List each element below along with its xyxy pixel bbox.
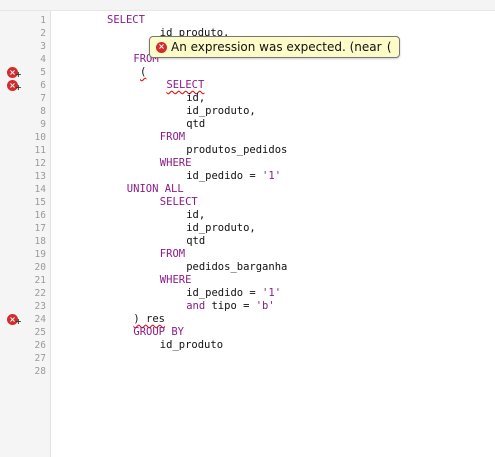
code-line[interactable]: id_produto	[160, 339, 223, 352]
code-line[interactable]: FROM	[160, 131, 185, 144]
line-number: 22	[34, 288, 46, 299]
code-line[interactable]: SELECT	[160, 196, 198, 209]
code-line[interactable]: UNION ALL	[127, 183, 184, 196]
code-token: (	[140, 66, 147, 78]
code-token: id_produto,	[186, 222, 256, 234]
code-token: '1'	[262, 170, 282, 182]
expand-plus-icon: +	[15, 83, 22, 92]
code-token: GROUP BY	[133, 326, 184, 338]
line-number: 16	[34, 210, 46, 221]
code-token: SELECT	[107, 14, 145, 26]
line-number: 23	[34, 301, 46, 312]
code-token: FROM	[159, 131, 186, 143]
code-token: '1'	[262, 287, 282, 299]
code-token: id,	[186, 92, 206, 104]
line-number: 12	[34, 158, 46, 169]
error-icon: ×	[156, 41, 167, 53]
code-line[interactable]: FROM	[160, 248, 185, 261]
code-line[interactable]: id_pedido = '1'	[186, 170, 281, 183]
line-number: 11	[34, 145, 46, 156]
code-line[interactable]: id,	[186, 209, 205, 222]
line-number: 4	[40, 54, 46, 65]
code-line[interactable]: SELECT	[107, 14, 145, 27]
line-number: 21	[34, 275, 46, 286]
code-line[interactable]: qtd	[186, 118, 205, 131]
code-line[interactable]: id_produto,	[186, 105, 256, 118]
code-line[interactable]: WHERE	[160, 274, 192, 287]
line-number: 25	[34, 327, 46, 338]
code-token: id_produto	[159, 339, 224, 351]
code-line[interactable]: (	[140, 66, 146, 79]
code-line[interactable]: pedidos_barganha	[186, 261, 287, 274]
line-number: 19	[34, 249, 46, 260]
code-token: UNION ALL	[126, 183, 184, 195]
line-number: 2	[40, 28, 46, 39]
line-number: 15	[34, 197, 46, 208]
line-number: 9	[40, 119, 46, 130]
line-number: 6	[40, 80, 46, 91]
code-token: id_pedido =	[186, 170, 263, 182]
code-line[interactable]: produtos_pedidos	[186, 144, 287, 157]
line-number: 5	[40, 67, 46, 78]
line-number: 17	[34, 223, 46, 234]
code-token: qtd	[186, 118, 206, 130]
code-token: FROM	[159, 248, 186, 260]
line-number: 26	[34, 340, 46, 351]
line-number: 27	[34, 353, 46, 364]
code-line[interactable]: id_produto,	[186, 222, 256, 235]
line-number: 28	[34, 366, 46, 377]
line-number: 1	[40, 15, 46, 26]
line-number: 3	[40, 41, 46, 52]
code-token: produtos_pedidos	[186, 144, 288, 156]
code-token: SELECT	[159, 196, 198, 208]
error-message: An expression was expected. (near (	[171, 40, 393, 54]
code-token: id_pedido =	[186, 287, 263, 299]
code-line[interactable]: SELECT	[166, 79, 204, 92]
code-line[interactable]: GROUP BY	[133, 326, 184, 339]
expand-plus-icon: +	[15, 70, 22, 79]
error-tooltip: × An expression was expected. (near (	[149, 36, 400, 58]
code-token: id,	[186, 209, 206, 221]
code-token: WHERE	[159, 157, 192, 169]
expand-plus-icon: +	[15, 317, 22, 326]
code-line[interactable]: id_pedido = '1'	[186, 287, 281, 300]
code-token: pedidos_barganha	[186, 261, 288, 273]
code-line[interactable]: ) res	[133, 313, 165, 326]
code-token: qtd	[186, 235, 206, 247]
code-token: id_produto,	[186, 105, 256, 117]
line-number: 10	[34, 132, 46, 143]
line-number: 13	[34, 171, 46, 182]
line-number: 7	[40, 93, 46, 104]
code-token: 'b'	[255, 300, 275, 312]
line-number: 14	[34, 184, 46, 195]
code-line[interactable]: qtd	[186, 235, 205, 248]
line-number: 18	[34, 236, 46, 247]
code-token: tipo =	[205, 300, 256, 312]
code-token: ) res	[133, 313, 165, 325]
line-number: 20	[34, 262, 46, 273]
code-line[interactable]: WHERE	[160, 157, 192, 170]
code-token: WHERE	[159, 274, 192, 286]
line-number: 8	[40, 106, 46, 117]
code-line[interactable]: and tipo = 'b'	[186, 300, 275, 313]
window-top-bar	[0, 0, 495, 11]
line-number: 24	[34, 314, 46, 325]
error-code-token: (	[385, 40, 393, 54]
line-number-gutter: 1 2 3 4 5 × +6 × +7 8 9 10 11 12 13 14 15 16 17 18 19 20 21 22 2…	[0, 11, 51, 457]
code-line[interactable]: id,	[186, 92, 205, 105]
code-token: SELECT	[166, 79, 205, 91]
code-token: and	[186, 300, 206, 312]
sql-editor[interactable]: 1 2 3 4 5 × +6 × +7 8 9 10 11 12 13 14 15 16 17 18 19 20 21 22 2…	[0, 11, 495, 457]
